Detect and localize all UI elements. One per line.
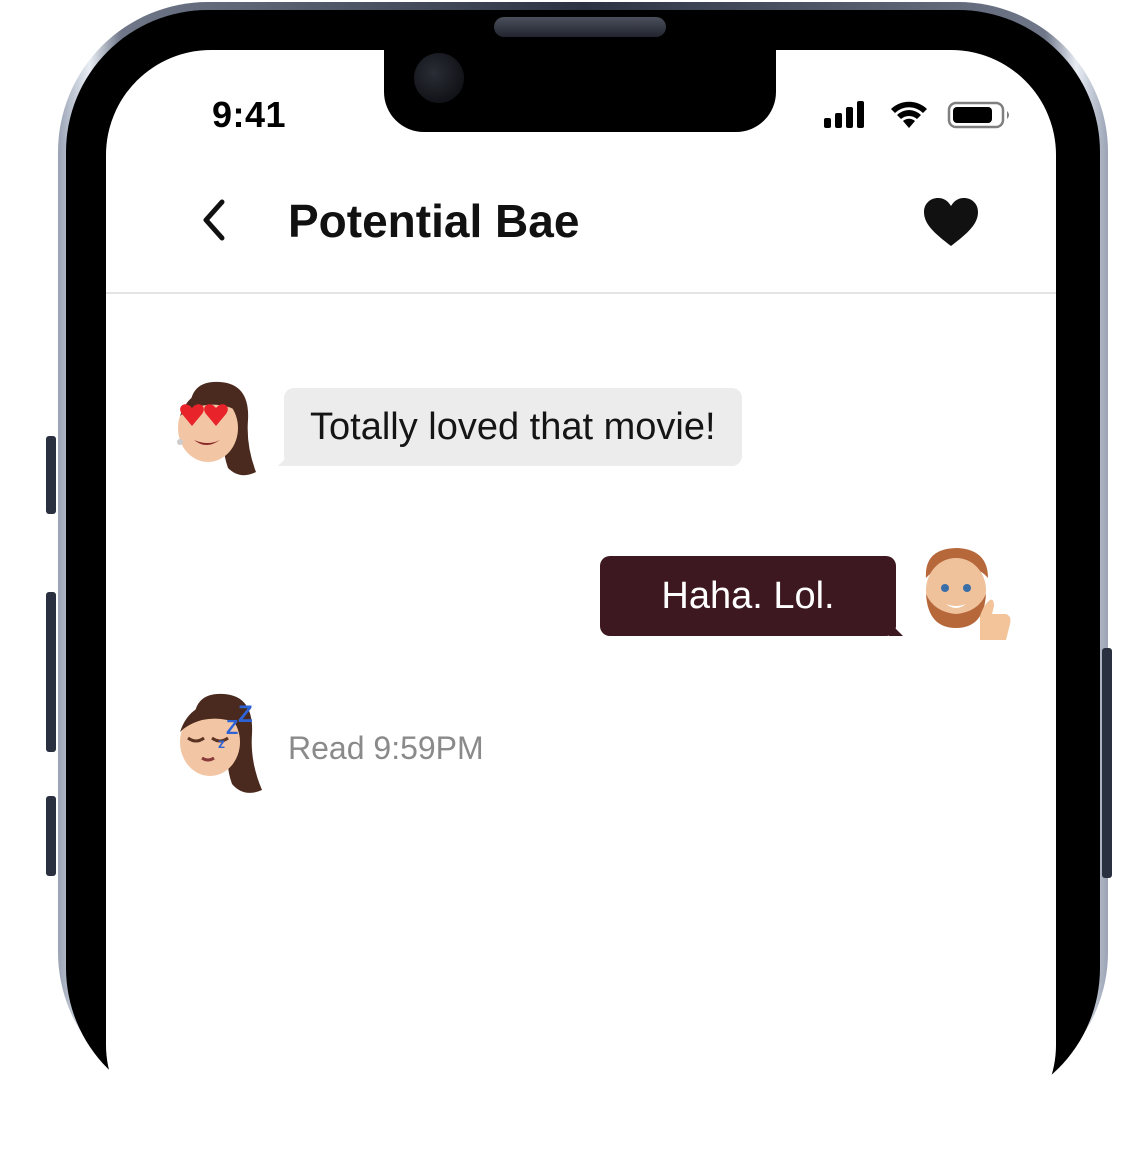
user-avatar-thumbs-up[interactable] [918,544,1011,644]
conversation-title: Potential Bae [288,195,580,247]
outgoing-message-text: Haha. Lol. [661,574,835,617]
bubble-tail [278,452,292,466]
read-receipt: Read 9:59PM [288,730,484,766]
svg-text:z: z [218,735,225,751]
bubble-tail [889,622,903,636]
heart-icon [924,198,978,246]
outgoing-message-bubble[interactable]: Haha. Lol. [600,556,903,636]
battery-icon [947,101,1009,129]
header-divider [106,292,1056,294]
mute-switch [46,436,56,514]
volume-up-button [46,592,56,752]
favorite-button[interactable] [922,196,980,248]
status-time: 9:41 [212,94,287,135]
svg-text:Z: Z [226,717,238,739]
svg-text:Z: Z [238,701,253,728]
earpiece-speaker [494,17,666,37]
phone-screen [106,50,1056,1150]
back-chevron-icon [203,199,225,241]
incoming-message-bubble[interactable]: Totally loved that movie! [278,388,742,466]
power-button [1102,648,1112,878]
volume-down-button [46,796,56,876]
incoming-message-text: Totally loved that movie! [310,405,716,448]
contact-avatar-heart-eyes[interactable] [170,376,260,476]
front-camera [414,53,464,103]
status-icons [822,98,1018,132]
back-button[interactable] [192,196,236,244]
signal-icon [824,101,864,128]
wifi-icon [891,101,927,128]
contact-avatar-sleeping[interactable]: Z Z z [172,688,262,793]
